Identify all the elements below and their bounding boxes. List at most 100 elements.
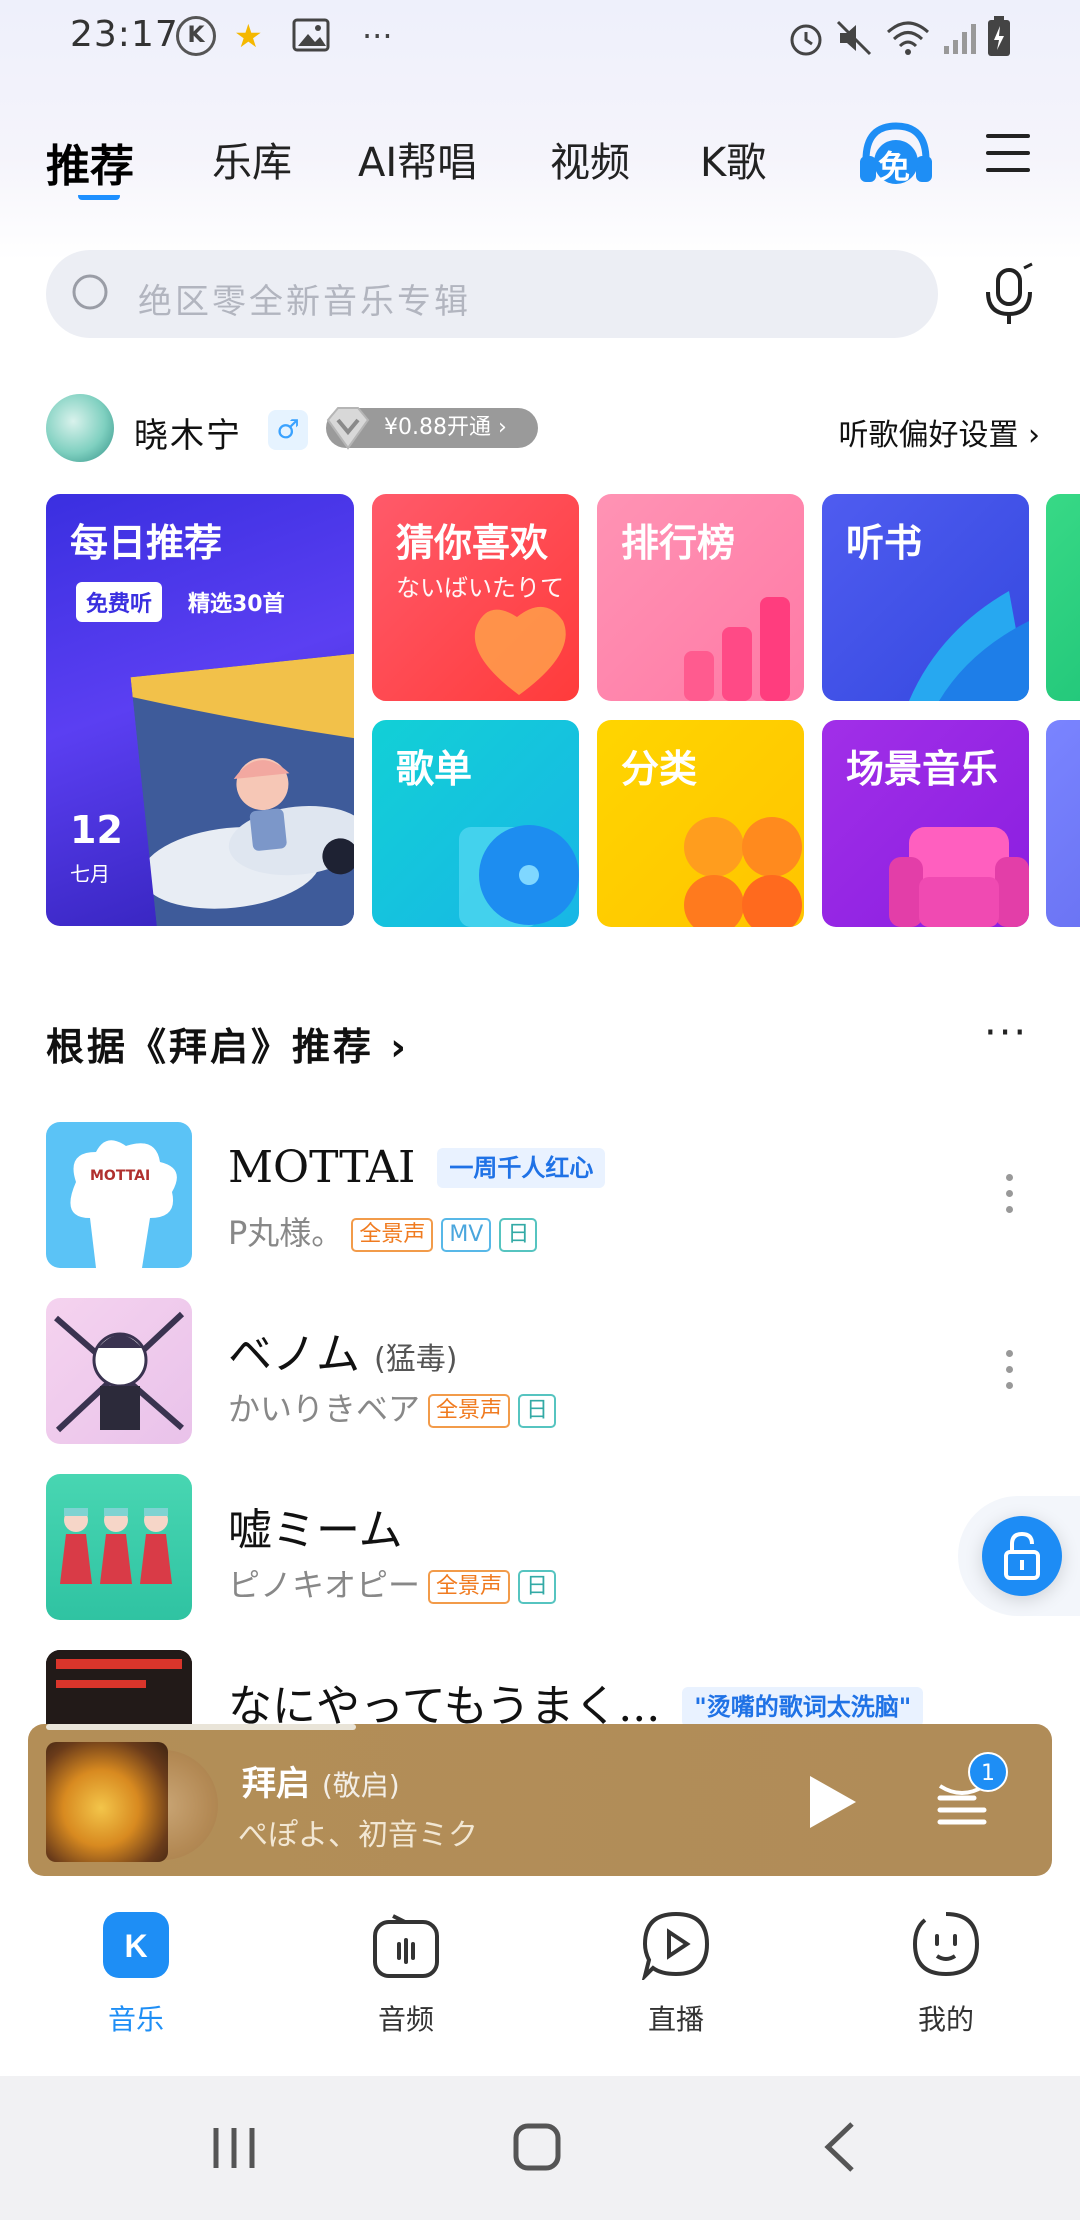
playback-progress xyxy=(46,1724,356,1730)
playlist-card[interactable]: 歌单 xyxy=(372,720,579,927)
song-title: なにやってもうまく... "烫嘴的歌词太洗脑" xyxy=(228,1670,924,1730)
active-tab-indicator xyxy=(78,192,120,200)
sofa-icon xyxy=(889,827,1029,927)
tab-recommend[interactable]: 推荐 xyxy=(46,130,134,194)
listening-preferences-link[interactable]: 听歌偏好设置 › xyxy=(838,410,1040,454)
song-row[interactable]: MOTTAI MOTTAI 一周千人红心 P丸様。 全景声 MV 日 xyxy=(0,1122,1080,1272)
playlist-disc-icon xyxy=(459,825,579,927)
bottom-tab-bar: K 音乐 音频 直播 我的 xyxy=(0,1880,1080,2076)
live-icon xyxy=(641,1911,710,1983)
tab-video[interactable]: 视频 xyxy=(550,130,630,188)
tab-profile[interactable]: 我的 xyxy=(866,1910,1026,2038)
song-more-icon[interactable] xyxy=(1004,1350,1016,1398)
tab-live[interactable]: 直播 xyxy=(596,1910,756,2038)
k-music-icon: K xyxy=(103,1912,169,1978)
song-title-note: (猛毒) xyxy=(374,1342,458,1377)
play-icon[interactable] xyxy=(804,1772,860,1832)
back-icon[interactable] xyxy=(820,2120,860,2174)
scene-title: 场景音乐 xyxy=(846,747,999,791)
guess-title: 猜你喜欢 xyxy=(396,521,549,565)
user-name[interactable]: 晓木宁 xyxy=(134,408,242,457)
k-app-icon: K xyxy=(176,16,216,56)
song-artist: かいりきベア 全景声日 xyxy=(228,1384,557,1430)
search-placeholder: 绝区零全新音乐专辑 xyxy=(138,282,471,322)
artist-name: かいりきベア xyxy=(228,1390,421,1428)
chart-bars-icon xyxy=(684,597,790,701)
song-row[interactable]: 嘘ミーム ピノキオピー 全景声日 xyxy=(0,1474,1080,1624)
song-row[interactable]: なにやってもうまく... "烫嘴的歌词太洗脑" xyxy=(0,1650,1080,1730)
venom-cover-art xyxy=(54,1311,185,1433)
gender-male-icon: ♂ xyxy=(268,410,308,450)
audiobook-title: 听书 xyxy=(846,521,923,565)
song-cover xyxy=(46,1298,192,1444)
battery-icon xyxy=(988,16,1010,56)
song-title: 嘘ミーム xyxy=(228,1505,403,1556)
tab-karaoke[interactable]: K歌 xyxy=(700,130,766,188)
language-tag: 日 xyxy=(518,1394,557,1428)
song-artist: ピノキオピー 全景声日 xyxy=(228,1560,557,1606)
song-title-text: なにやってもうまく... xyxy=(228,1681,661,1730)
dolby-tag: 全景声 xyxy=(428,1570,511,1604)
audiobook-card[interactable]: 听书 xyxy=(822,494,1029,701)
now-playing-title-text: 拜启 xyxy=(242,1764,310,1804)
picks-count: 精选30首 xyxy=(188,592,285,617)
tab-library[interactable]: 乐库 xyxy=(212,130,292,188)
charts-card[interactable]: 排行榜 xyxy=(597,494,804,701)
now-playing-artist: ぺぽよ、初音ミク xyxy=(238,1818,478,1853)
song-title: ベノム (猛毒) xyxy=(228,1318,457,1382)
playlist-title: 歌单 xyxy=(396,747,473,791)
radio-icon xyxy=(373,1914,439,1978)
daily-title: 每日推荐 xyxy=(70,521,223,565)
tab-audio[interactable]: 音频 xyxy=(326,1910,486,2038)
guess-you-like-card[interactable]: 猜你喜欢 ないばいたりて xyxy=(372,494,579,701)
meme-cover-art xyxy=(60,1508,172,1584)
now-playing-bar[interactable]: 拜启 (敬启) ぺぽよ、初音ミク 1 xyxy=(28,1724,1052,1876)
lock-button[interactable] xyxy=(982,1516,1062,1596)
song-artist: P丸様。 全景声 MV 日 xyxy=(228,1208,538,1254)
voice-search-icon[interactable] xyxy=(980,262,1040,326)
charts-title: 排行榜 xyxy=(621,521,736,565)
star-icon: ★ xyxy=(234,17,263,55)
tab-ai-sing[interactable]: AI帮唱 xyxy=(358,130,477,188)
svg-text:K: K xyxy=(124,1928,147,1964)
home-icon[interactable] xyxy=(512,2122,562,2172)
vip-diamond-icon xyxy=(326,407,370,450)
free-listen-button[interactable]: 免 xyxy=(858,120,934,190)
next-card-peek[interactable] xyxy=(1046,494,1080,701)
status-bar: 23:17 K ★ ··· xyxy=(0,0,1080,80)
tab-audio-label: 音频 xyxy=(377,2003,434,2036)
top-nav: 推荐 乐库 AI帮唱 视频 K歌 免 xyxy=(0,120,1080,200)
tab-profile-label: 我的 xyxy=(917,2003,974,2036)
song-title-text: MOTTAI xyxy=(228,1142,416,1193)
queue-count-badge: 1 xyxy=(968,1752,1008,1792)
song-more-icon[interactable] xyxy=(1004,1174,1016,1222)
menu-icon[interactable] xyxy=(986,134,1030,174)
avatar[interactable] xyxy=(46,394,114,462)
recommend-section-title[interactable]: 根据《拜启》推荐 › xyxy=(46,1016,409,1071)
section-more-button[interactable]: ··· xyxy=(984,1010,1028,1056)
hot-tag: "烫嘴的歌词太洗脑" xyxy=(682,1687,924,1727)
next-card-peek-2[interactable] xyxy=(1046,720,1080,927)
tab-music[interactable]: K 音乐 xyxy=(56,1910,216,2038)
free-badge-label: 免 xyxy=(878,148,911,186)
nanimo-cover-art xyxy=(46,1650,192,1730)
hot-tag: 一周千人红心 xyxy=(437,1148,606,1188)
free-listen-chip: 免费听 xyxy=(76,582,163,622)
search-bar[interactable]: 绝区零全新音乐专辑 xyxy=(46,250,938,338)
scene-music-card[interactable]: 场景音乐 xyxy=(822,720,1029,927)
language-tag: 日 xyxy=(518,1570,557,1604)
mv-tag[interactable]: MV xyxy=(441,1218,492,1252)
artist-name: ピノキオピー xyxy=(228,1566,421,1604)
dolby-tag: 全景声 xyxy=(428,1394,511,1428)
now-playing-title: 拜启 (敬启) xyxy=(242,1756,400,1805)
daily-recommend-card[interactable]: 每日推荐 免费听 精选30首 12 七月 xyxy=(46,494,354,926)
heart-icon xyxy=(474,606,566,695)
song-row[interactable]: ベノム (猛毒) かいりきベア 全景声日 xyxy=(0,1298,1080,1448)
song-cover xyxy=(46,1474,192,1620)
category-card[interactable]: 分类 xyxy=(597,720,804,927)
system-navigation-bar xyxy=(0,2076,1080,2220)
now-playing-title-note: (敬启) xyxy=(321,1769,400,1802)
song-title-text: ベノム xyxy=(228,1329,360,1380)
recent-apps-icon[interactable] xyxy=(210,2124,260,2172)
category-title: 分类 xyxy=(621,747,698,791)
